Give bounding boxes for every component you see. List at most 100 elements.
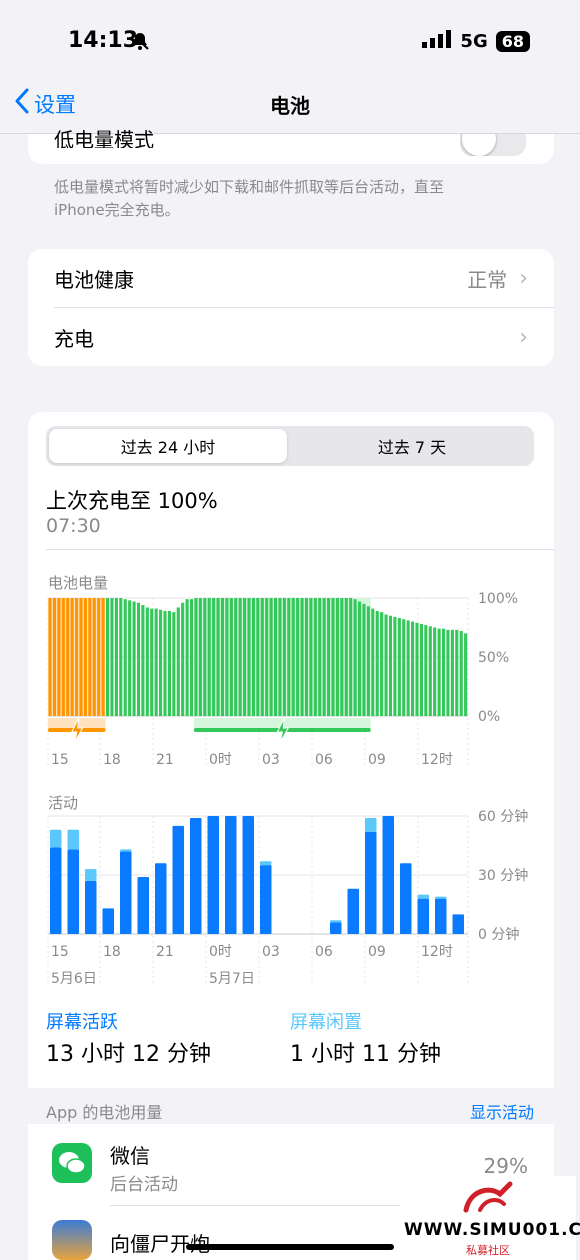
activity-bar-idle [120,849,132,852]
battery-bar [181,602,185,716]
activity-bar-idle [417,894,429,899]
battery-bar [335,598,339,716]
activity-bar-active [382,816,394,934]
date-label: 5月7日 [209,971,255,987]
date-label: 5月6日 [51,971,97,987]
battery-bar [260,598,264,716]
activity-bar-idle [260,861,272,866]
battery-bar [380,612,384,716]
battery-bar [136,602,141,716]
battery-bar [388,615,393,716]
activity-bar-active [50,847,62,934]
activity-bar-active [400,863,412,934]
y-tick-label: 0 分钟 [478,926,519,943]
battery-bar [349,598,353,716]
battery-bar [225,598,229,716]
battery-health-value: 正常 [467,267,508,292]
battery-bar [88,598,92,716]
signal-icon [422,30,452,53]
battery-bar [437,628,441,716]
x-tick-label: 03 [262,752,280,768]
app-usage-header: App 的电池用量 [46,1103,163,1122]
battery-bar [353,599,357,716]
battery-bar [212,598,216,716]
battery-bar [132,601,136,716]
tab-7-days[interactable]: 过去 7 天 [293,429,531,463]
battery-bar [150,608,154,716]
battery-bar [105,598,110,716]
battery-bar [344,598,348,716]
battery-bar [415,622,419,716]
battery-bar [163,610,167,716]
battery-bar [128,600,132,716]
last-charge-title: 上次充电至 100% [46,489,218,513]
charging-row[interactable]: 充电 › [28,308,554,366]
battery-bar [450,629,454,716]
activity-bar-idle [365,817,377,832]
activity-bar-active [330,922,342,934]
home-indicator[interactable] [186,1244,394,1250]
battery-bar [123,599,127,716]
battery-bar [238,598,242,716]
charging-background [193,598,371,716]
battery-bar [251,598,255,716]
x-tick-label: 15 [51,944,69,960]
battery-bar [397,618,401,716]
battery-bar [194,598,198,716]
battery-bar [393,616,397,716]
network-type: 5G [460,31,488,52]
battery-bar [296,598,300,716]
activity-bar-idle [85,869,97,881]
y-tick-label: 50% [478,650,509,666]
battery-bar [220,598,225,716]
battery-bar [278,598,282,716]
y-tick-label: 60 分钟 [478,808,528,825]
activity-chart: 60 分钟 30 分钟 0 分钟 15 18 21 0时 03 06 09 12时 5月6日 5月7日 [47,808,528,987]
watermark: WWW.SIMU001.CN 私募社区 [400,1176,580,1260]
activity-bar-active [85,880,97,934]
battery-bar [141,605,145,716]
game-app-icon [52,1220,92,1260]
battery-bar [402,619,406,716]
x-tick-label: 0时 [209,944,232,960]
low-power-note-2: iPhone完全充电。 [54,201,180,219]
battery-bar [265,598,269,716]
watermark-url: WWW.SIMU001.CN [404,1220,580,1240]
bell-slash-icon [130,31,150,55]
app-percent: 29% [483,1154,528,1178]
tab-24-hours[interactable]: 过去 24 小时 [49,429,287,463]
battery-bar [322,598,326,716]
battery-bar [455,629,459,716]
x-tick-label: 18 [103,944,121,960]
battery-bar [331,598,335,716]
battery-bar [428,626,432,716]
battery-bar [52,598,57,716]
battery-bar [300,598,304,716]
battery-bar [119,598,123,716]
y-tick-label: 30 分钟 [478,867,528,884]
battery-bar [70,598,74,716]
screen-active-label: 屏幕活跃 [46,1012,118,1033]
battery-bar [375,610,379,716]
activity-bar-active [190,817,202,934]
battery-bar [243,598,247,716]
battery-bar [309,598,313,716]
battery-bar [287,598,291,716]
activity-bar-active [67,849,79,934]
battery-bar [362,603,366,716]
battery-bar [441,628,446,716]
battery-bar [424,625,428,716]
low-power-toggle[interactable] [460,134,526,156]
battery-bar [110,598,114,716]
battery-bar [282,598,286,716]
battery-bar [371,608,375,716]
activity-bar-idle [330,920,342,923]
battery-bar [154,608,158,716]
battery-bar [57,598,61,716]
battery-health-row[interactable]: 电池健康 正常 › [28,249,554,307]
activity-bar-active [137,876,149,934]
activity-bar-idle [435,896,447,899]
show-activity-link[interactable]: 显示活动 [470,1099,534,1123]
battery-bar [406,620,410,716]
battery-bar [357,601,362,716]
